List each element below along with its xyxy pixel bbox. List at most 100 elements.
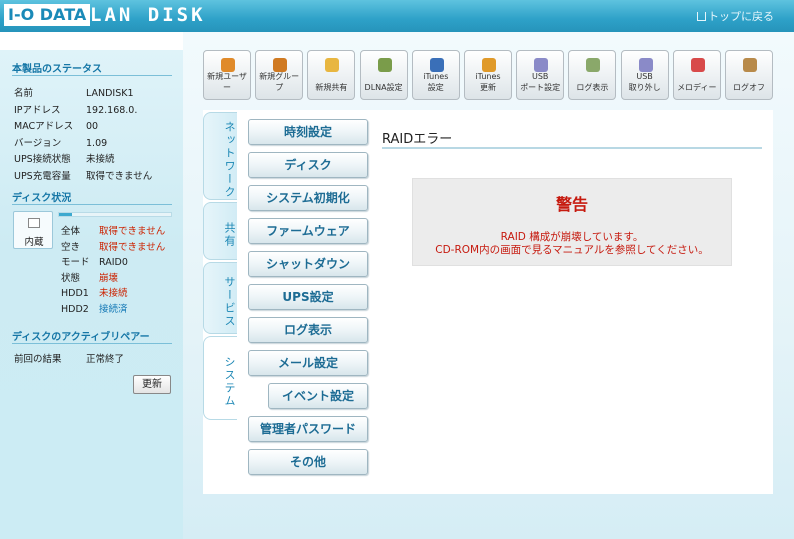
menu-button-1[interactable]: ディスク xyxy=(248,152,368,178)
status-value: 1.09 xyxy=(86,137,108,149)
title-underline xyxy=(382,147,762,149)
warning-box: 警告 RAID 構成が崩壊しています。 CD-ROM内の画面で見るマニュアルを参… xyxy=(412,178,732,266)
disk-label: HDD1 xyxy=(61,288,89,299)
toolbar-label: USB ポート設定 xyxy=(520,72,561,92)
disk-label: 状態 xyxy=(61,272,81,284)
status-label: IPアドレス xyxy=(14,104,61,116)
toolbar-label: 新規共有 xyxy=(315,83,348,92)
toolbar-button-melody[interactable]: メロディー xyxy=(672,50,721,100)
disk-usage-fill xyxy=(59,213,73,216)
toolbar-label: ログ表示 xyxy=(576,83,609,92)
log-icon xyxy=(586,58,601,72)
disk-row: 全体 取得できません xyxy=(61,223,165,237)
disk-row: 空き 取得できません xyxy=(61,239,165,253)
disk-row: モード RAID0 xyxy=(61,254,128,268)
warning-message: RAID 構成が崩壊しています。 CD-ROM内の画面で見るマニュアルを参照して… xyxy=(435,231,709,256)
disk-value: 崩壊 xyxy=(99,272,119,284)
toolbar-button-folder[interactable]: 新規共有 xyxy=(307,50,356,100)
disk-value: RAID0 xyxy=(99,257,128,268)
product-name: LAN DISK xyxy=(90,4,206,26)
music-refresh-icon xyxy=(482,58,496,72)
group-icon xyxy=(273,58,288,72)
disk-value: 取得できません xyxy=(99,226,166,237)
menu-button-4[interactable]: シャットダウン xyxy=(248,251,368,277)
brand-logo: I-O DATA xyxy=(4,4,91,26)
status-value: 未接続 xyxy=(86,154,115,165)
home-icon xyxy=(697,11,706,21)
divider xyxy=(12,343,172,344)
users-icon xyxy=(221,58,235,72)
toolbar-button-logoff[interactable]: ログオフ xyxy=(725,50,773,100)
toolbar-label: iTunes 設定 xyxy=(423,72,449,92)
toolbar-button-music-note[interactable]: iTunes 設定 xyxy=(411,50,460,100)
tab-1[interactable]: 共有 xyxy=(203,202,237,260)
toolbar-button-log[interactable]: ログ表示 xyxy=(568,50,617,100)
disk-value: 接続済 xyxy=(99,303,128,315)
status-value: 取得できません xyxy=(86,170,153,182)
update-button[interactable]: 更新 xyxy=(133,375,171,394)
status-row: 名前 LANDISK1 xyxy=(14,85,134,99)
status-label: MACアドレス xyxy=(14,121,74,132)
disk-value: 取得できません xyxy=(99,241,166,253)
toolbar-button-usb[interactable]: USB ポート設定 xyxy=(516,50,565,100)
back-to-top-label: トップに戻る xyxy=(708,10,774,23)
status-label: UPS接続状態 xyxy=(14,154,71,165)
disk-label: 全体 xyxy=(61,226,81,237)
toolbar-label: USB 取り外し xyxy=(628,72,661,92)
dlna-icon xyxy=(377,58,392,72)
status-row: IPアドレス 192.168.0. xyxy=(14,102,137,116)
divider xyxy=(12,75,172,76)
menu-button-3[interactable]: ファームウェア xyxy=(248,218,368,244)
usb-icon xyxy=(534,58,549,72)
usb-remove-icon xyxy=(638,58,653,72)
disk-icon-label: 内蔵 xyxy=(24,237,44,248)
status-title: 本製品のステータス xyxy=(12,64,102,75)
menu-button-5[interactable]: UPS設定 xyxy=(248,284,368,310)
disk-label: 空き xyxy=(61,241,81,253)
logoff-icon xyxy=(743,58,757,72)
tab-2[interactable]: サービス xyxy=(203,262,237,334)
active-repair-title: ディスクのアクティブリペアー xyxy=(12,332,150,343)
disk-usage-bar xyxy=(58,212,172,217)
toolbar-label: 新規ユーザー xyxy=(207,72,247,92)
status-value: LANDISK1 xyxy=(86,88,134,99)
status-label: バージョン xyxy=(14,137,62,149)
menu-button-0[interactable]: 時刻設定 xyxy=(248,119,368,145)
menu-button-10[interactable]: その他 xyxy=(248,449,368,475)
tab-0[interactable]: ネットワーク xyxy=(203,112,237,200)
menu-button-8[interactable]: イベント設定 xyxy=(268,383,368,409)
app-header: I-O DATA LAN DISK トップに戻る xyxy=(0,0,794,32)
status-label: 名前 xyxy=(14,88,34,99)
toolbar-label: ログオフ xyxy=(733,83,765,92)
melody-icon xyxy=(690,58,705,72)
menu-button-9[interactable]: 管理者パスワード xyxy=(248,416,368,442)
page-title: RAIDエラー xyxy=(382,132,453,147)
repair-result-label: 前回の結果 xyxy=(14,354,62,365)
disk-row: HDD1 未接続 xyxy=(61,285,128,299)
tab-3[interactable]: システム xyxy=(203,336,237,420)
repair-result-row: 前回の結果 正常終了 xyxy=(14,351,124,365)
toolbar-label: メロディー xyxy=(677,83,717,92)
menu-button-2[interactable]: システム初期化 xyxy=(248,185,368,211)
folder-icon xyxy=(325,58,340,72)
internal-disk-icon[interactable]: 内蔵 xyxy=(13,211,53,249)
divider xyxy=(12,204,172,205)
status-row: MACアドレス 00 xyxy=(14,118,98,132)
status-label: UPS充電容量 xyxy=(14,170,71,182)
toolbar-button-music-refresh[interactable]: iTunes 更新 xyxy=(464,50,512,100)
status-value: 192.168.0. xyxy=(86,104,138,116)
back-to-top-link[interactable]: トップに戻る xyxy=(697,8,774,24)
menu-button-7[interactable]: メール設定 xyxy=(248,350,368,376)
toolbar-button-users[interactable]: 新規ユーザー xyxy=(203,50,251,100)
disk-label: HDD2 xyxy=(61,303,89,315)
toolbar-button-usb-remove[interactable]: USB 取り外し xyxy=(620,50,669,100)
toolbar-button-dlna[interactable]: DLNA設定 xyxy=(359,50,408,100)
disk-value: 未接続 xyxy=(99,288,128,299)
status-row: バージョン 1.09 xyxy=(14,135,107,149)
toolbar-button-group[interactable]: 新規グループ xyxy=(255,50,304,100)
repair-result-value: 正常終了 xyxy=(86,354,125,365)
menu-button-6[interactable]: ログ表示 xyxy=(248,317,368,343)
status-row: UPS充電容量 取得できません xyxy=(14,168,152,182)
disk-row: HDD2 接続済 xyxy=(61,301,128,315)
toolbar-label: DLNA設定 xyxy=(364,83,403,92)
